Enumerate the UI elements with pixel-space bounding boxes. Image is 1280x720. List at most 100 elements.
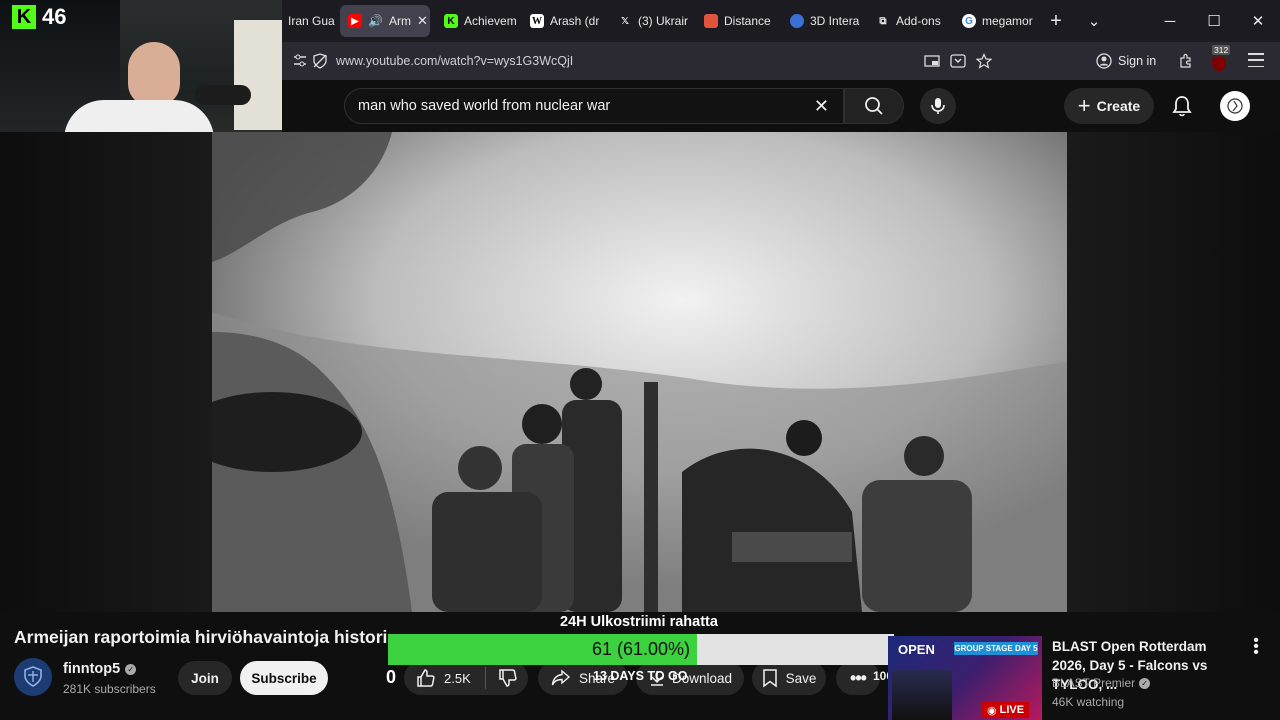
tab-label: (3) Ukrair bbox=[638, 14, 688, 28]
tab-achievements[interactable]: K Achievem bbox=[436, 5, 516, 37]
close-window-icon[interactable]: ✕ bbox=[1244, 8, 1272, 34]
puzzle-icon: ⧉ bbox=[879, 15, 887, 27]
tab-label: Distance bbox=[724, 14, 771, 28]
video-frame[interactable] bbox=[212, 132, 1067, 612]
subathon-days-left: 13 DAYS TO GO bbox=[593, 669, 688, 683]
tab-arash[interactable]: W Arash (dr bbox=[522, 5, 600, 37]
tab-label: 3D Intera bbox=[810, 14, 860, 28]
plus-icon: + bbox=[1077, 93, 1091, 118]
channel-name[interactable]: finntop5 ✓ bbox=[63, 661, 137, 677]
subathon-progress-bar: 61 (61.00%) bbox=[388, 634, 894, 665]
account-avatar[interactable] bbox=[1220, 91, 1250, 121]
browser-toolbar: www.youtube.com/watch?v=wys1G3WcQjI Sign… bbox=[282, 42, 1280, 80]
kick-viewer-badge: K 46 bbox=[12, 4, 66, 30]
recommended-watching: 46K watching bbox=[1052, 695, 1125, 709]
sign-in-label: Sign in bbox=[1118, 54, 1157, 68]
search-input[interactable]: man who saved world from nuclear war ✕ bbox=[344, 88, 844, 124]
live-label: LIVE bbox=[999, 704, 1025, 716]
url-text[interactable]: www.youtube.com/watch?v=wys1G3WcQjI bbox=[336, 54, 573, 68]
x-icon: 𝕏 bbox=[620, 15, 630, 27]
like-dislike-group: 2.5K bbox=[404, 661, 528, 695]
shield-icon bbox=[1212, 56, 1226, 72]
create-label: Create bbox=[1096, 98, 1141, 114]
distance-icon bbox=[704, 14, 718, 28]
streamer-head bbox=[128, 42, 180, 106]
extensions-puzzle-icon[interactable] bbox=[1178, 53, 1194, 69]
tracking-protection-icon[interactable] bbox=[312, 53, 328, 69]
tab-youtube-active[interactable]: ▶ 🔊 Arm ✕ bbox=[340, 5, 430, 37]
wall-background bbox=[234, 20, 282, 130]
recommended-thumbnail[interactable]: OPEN GROUP STAGE DAY 5 ◉ LIVE bbox=[888, 636, 1042, 720]
kick-icon: K bbox=[444, 14, 458, 28]
thumbs-down-icon bbox=[499, 669, 517, 687]
minimize-icon[interactable]: ─ bbox=[1156, 8, 1184, 34]
save-label: Save bbox=[785, 670, 817, 686]
microphone-icon bbox=[195, 85, 251, 105]
ublock-extension-icon[interactable]: 312 bbox=[1210, 45, 1231, 72]
tab-addons[interactable]: ⧉ Add-ons bbox=[868, 5, 944, 37]
voice-search-button[interactable] bbox=[920, 88, 956, 124]
subscribe-label: Subscribe bbox=[251, 670, 317, 686]
subathon-title: 24H Ulkostriimi rahatta bbox=[560, 614, 718, 630]
channel-avatar[interactable] bbox=[14, 658, 52, 696]
tab-label: Arm bbox=[388, 14, 411, 28]
tab-3d[interactable]: 3D Intera bbox=[782, 5, 862, 37]
notifications-button[interactable] bbox=[1166, 90, 1198, 122]
speaker-icon[interactable]: 🔊 bbox=[368, 14, 383, 28]
channel-shield-icon bbox=[24, 666, 42, 687]
sign-in-button[interactable]: Sign in bbox=[1096, 48, 1176, 74]
youtube-masthead: man who saved world from nuclear war ✕ +… bbox=[282, 80, 1280, 132]
screen: Iran Guar ▶ 🔊 Arm ✕ K Achievem W Arash (… bbox=[0, 0, 1280, 720]
user-icon bbox=[1227, 98, 1243, 114]
video-scene bbox=[212, 132, 1067, 612]
verified-icon: ✓ bbox=[1139, 677, 1151, 689]
tab-ukraine[interactable]: 𝕏 (3) Ukrair bbox=[610, 5, 688, 37]
bookmark-star-icon[interactable] bbox=[976, 53, 992, 69]
google-icon: G bbox=[962, 14, 976, 28]
thumb-brand: OPEN bbox=[898, 642, 935, 657]
save-button[interactable]: Save bbox=[752, 661, 826, 695]
tab-megamor[interactable]: G megamor bbox=[954, 5, 1034, 37]
verified-icon: ✓ bbox=[125, 663, 137, 675]
save-to-pocket-icon[interactable] bbox=[950, 53, 966, 69]
bell-icon bbox=[1172, 96, 1192, 117]
permissions-icon[interactable] bbox=[292, 53, 308, 69]
thumbs-up-icon bbox=[417, 669, 435, 687]
tab-label: Arash (dr bbox=[550, 14, 600, 28]
microphone-icon bbox=[931, 98, 945, 114]
new-tab-icon[interactable]: + bbox=[1042, 8, 1070, 34]
live-dot-icon: ◉ bbox=[987, 704, 997, 717]
globe-icon bbox=[790, 14, 804, 28]
like-count: 2.5K bbox=[444, 670, 471, 686]
close-tab-icon[interactable]: ✕ bbox=[417, 13, 428, 29]
account-icon bbox=[1096, 53, 1112, 69]
menu-hamburger-icon[interactable] bbox=[1248, 53, 1264, 67]
bookmark-icon bbox=[762, 669, 777, 688]
clear-search-icon[interactable]: ✕ bbox=[814, 96, 829, 117]
maximize-icon[interactable]: ☐ bbox=[1200, 8, 1228, 34]
create-button[interactable]: + Create bbox=[1064, 88, 1154, 124]
kick-logo-icon: K bbox=[12, 5, 36, 29]
like-button[interactable]: 2.5K bbox=[416, 668, 471, 688]
youtube-icon: ▶ bbox=[348, 14, 362, 28]
chevron-down-icon[interactable]: ⌄ bbox=[1080, 8, 1108, 34]
extension-badge: 312 bbox=[1212, 45, 1231, 55]
search-icon bbox=[865, 97, 883, 115]
search-button[interactable] bbox=[844, 88, 904, 124]
tab-label: Achievem bbox=[464, 14, 516, 28]
join-button[interactable]: Join bbox=[178, 661, 232, 695]
tab-distance[interactable]: Distance bbox=[696, 5, 772, 37]
video-player[interactable] bbox=[0, 132, 1280, 612]
share-icon bbox=[551, 669, 571, 686]
players-image bbox=[892, 670, 952, 720]
tab-label: megamor bbox=[982, 14, 1033, 28]
recommended-more-icon[interactable]: • • • bbox=[1246, 633, 1266, 661]
tab-label: Add-ons bbox=[896, 14, 941, 28]
dislike-button[interactable] bbox=[498, 668, 518, 688]
video-title: Armeijan raportoimia hirviöhavaintoja hi… bbox=[14, 627, 388, 647]
recommended-channel[interactable]: BLAST Premier ✓ bbox=[1052, 676, 1151, 690]
tab-iran[interactable]: Iran Guar bbox=[280, 5, 335, 37]
picture-in-picture-icon[interactable] bbox=[924, 53, 940, 69]
subscribe-button[interactable]: Subscribe bbox=[240, 661, 328, 695]
live-badge: ◉ LIVE bbox=[982, 702, 1030, 718]
